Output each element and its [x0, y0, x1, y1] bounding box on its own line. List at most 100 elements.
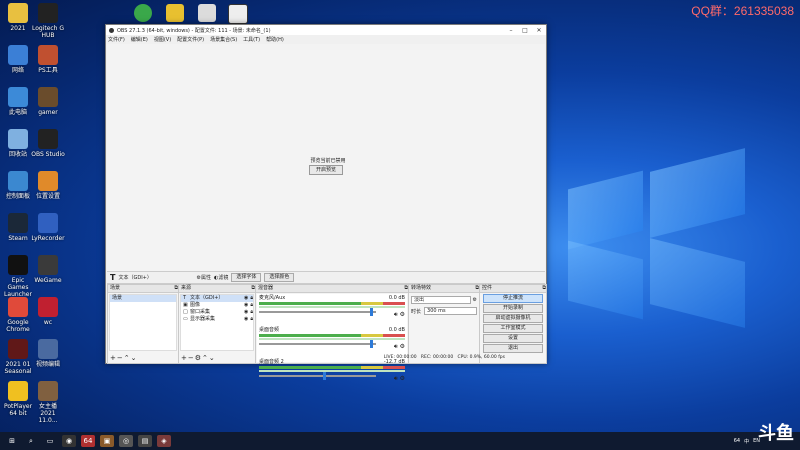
- lock-icon[interactable]: 🔒︎: [250, 309, 253, 316]
- desktop-icon[interactable]: 视频编辑: [31, 339, 65, 368]
- system-tray: 64 中 EN: [730, 432, 760, 450]
- lock-icon[interactable]: 🔒︎: [250, 316, 253, 323]
- desktop-icon[interactable]: OBS Studio: [31, 129, 65, 158]
- desktop-icon[interactable]: PotPlayer 64 bit: [1, 381, 35, 417]
- source-item[interactable]: ▭ 显示器采集 ◉ 🔒︎: [181, 316, 253, 323]
- stop-streaming-button[interactable]: 停止推流: [483, 294, 543, 303]
- desktop-icon[interactable]: PS工具: [31, 45, 65, 74]
- volume-slider-knob[interactable]: [369, 308, 373, 316]
- maximize-button[interactable]: □: [518, 27, 532, 34]
- app-icon: [8, 213, 28, 233]
- speaker-icon[interactable]: 🔊︎: [394, 343, 398, 350]
- source-type-icon: ▭: [183, 316, 188, 322]
- channel-gear-icon[interactable]: ⚙: [400, 311, 405, 318]
- transition-select[interactable]: 淡出: [411, 296, 471, 304]
- desktop-icon[interactable]: 位置设置: [31, 171, 65, 200]
- app-icon: [8, 87, 28, 107]
- taskbar-app-icon[interactable]: ◉: [62, 435, 76, 447]
- minimize-button[interactable]: –: [504, 27, 518, 34]
- volume-slider-knob[interactable]: [369, 340, 373, 348]
- desktop-icon[interactable]: 2021: [1, 3, 35, 32]
- app-icon: [8, 255, 28, 275]
- visibility-eye-icon[interactable]: ◉: [244, 295, 248, 302]
- taskbar-app-icon[interactable]: ⊞: [5, 435, 19, 447]
- obs-logo-icon: [109, 27, 114, 33]
- menu-view[interactable]: 视图(V): [154, 36, 171, 43]
- green-app-icon[interactable]: [134, 4, 152, 22]
- source-item[interactable]: T 文本（GDI+） ◉ 🔒︎: [181, 295, 253, 302]
- taskbar-app-icon[interactable]: ▤: [138, 435, 152, 447]
- start-virtual-camera-button[interactable]: 启动虚拟摄像机: [483, 314, 543, 323]
- source-item[interactable]: □ 窗口采集 ◉ 🔒︎: [181, 309, 253, 316]
- desktop-icon[interactable]: 网络: [1, 45, 35, 74]
- select-font-button[interactable]: 选择字体: [231, 273, 262, 282]
- menu-tools[interactable]: 工具(T): [243, 36, 260, 43]
- properties-button[interactable]: 属性: [201, 274, 211, 281]
- desktop-icon[interactable]: Google Chrome: [1, 297, 35, 333]
- desktop-icon[interactable]: 2021 01 Seasonal: [1, 339, 35, 375]
- source-item[interactable]: ▣ 图像 ◉ 🔒︎: [181, 302, 253, 309]
- chess-app-icon[interactable]: [228, 4, 248, 24]
- select-color-button[interactable]: 选择颜色: [264, 273, 295, 282]
- studio-mode-button[interactable]: 工作室模式: [483, 324, 543, 333]
- taskbar-app-icon[interactable]: 64: [81, 435, 95, 447]
- transition-gear-icon[interactable]: ⚙: [473, 297, 477, 303]
- channel-gear-icon[interactable]: ⚙: [400, 375, 405, 382]
- desktop-icon[interactable]: wc: [31, 297, 65, 326]
- desktop-icon[interactable]: gamer: [31, 87, 65, 116]
- desktop-icon[interactable]: 此电脑: [1, 87, 35, 116]
- volume-slider[interactable]: [259, 308, 376, 316]
- settings-button[interactable]: 设置: [483, 334, 543, 343]
- desktop-icon[interactable]: 控制面板: [1, 171, 35, 200]
- desktop-icon[interactable]: Epic Games Launcher: [1, 255, 35, 298]
- mixer-title: 混音器: [258, 285, 274, 291]
- menu-scene-collection[interactable]: 场景集合(S): [210, 36, 237, 43]
- desktop-icon[interactable]: Steam: [1, 213, 35, 242]
- tray-ime-icon[interactable]: 中: [744, 438, 749, 445]
- enable-preview-button[interactable]: 开启预览: [309, 165, 343, 175]
- speaker-icon[interactable]: 🔊︎: [394, 311, 398, 318]
- visibility-eye-icon[interactable]: ◉: [244, 316, 248, 323]
- tray-64-icon[interactable]: 64: [734, 438, 740, 444]
- exit-button[interactable]: 退出: [483, 344, 543, 353]
- taskbar-app-icon[interactable]: ◎: [119, 435, 133, 447]
- obs-window: OBS 27.1.3 (64-bit, windows) - 配置文件: 111…: [105, 24, 547, 382]
- taskbar-app-icon[interactable]: ◈: [157, 435, 171, 447]
- taskbar-app-icon[interactable]: ▣: [100, 435, 114, 447]
- duration-input[interactable]: 300 ms: [424, 307, 477, 315]
- taskbar-app-icon[interactable]: ▭: [43, 435, 57, 447]
- volume-slider[interactable]: [259, 340, 376, 348]
- desktop-icon[interactable]: Logitech G HUB: [31, 3, 65, 39]
- menu-help[interactable]: 帮助(H): [266, 36, 284, 43]
- volume-slider-knob[interactable]: [323, 372, 327, 380]
- visibility-eye-icon[interactable]: ◉: [244, 309, 248, 316]
- menu-file[interactable]: 文件(F): [108, 36, 125, 43]
- grid-app-icon[interactable]: [198, 4, 216, 22]
- taskbar-app-icon[interactable]: ⌕: [24, 435, 38, 447]
- lock-icon[interactable]: 🔒︎: [250, 302, 253, 309]
- menu-profile[interactable]: 配置文件(P): [177, 36, 204, 43]
- speaker-icon[interactable]: 🔊︎: [394, 375, 398, 382]
- dock-float-icon[interactable]: ⧉: [542, 285, 546, 292]
- channel-name: 桌面音频: [259, 327, 280, 333]
- scenes-list: 场景: [109, 294, 177, 351]
- close-button[interactable]: ✕: [532, 27, 546, 34]
- menu-edit[interactable]: 编辑(E): [131, 36, 148, 43]
- filters-button[interactable]: 滤镜: [218, 274, 228, 281]
- selected-source-label: 文本（GDI+）: [118, 275, 152, 281]
- scene-item[interactable]: 场景: [110, 295, 176, 302]
- desktop-icon[interactable]: 回收站: [1, 129, 35, 158]
- desktop-icon[interactable]: WeGame: [31, 255, 65, 284]
- volume-slider[interactable]: [259, 372, 376, 380]
- volume-meter-peak: [259, 338, 405, 340]
- visibility-eye-icon[interactable]: ◉: [244, 302, 248, 309]
- channel-gear-icon[interactable]: ⚙: [400, 343, 405, 350]
- app-icon: [8, 171, 28, 191]
- start-recording-button[interactable]: 开始录制: [483, 304, 543, 313]
- lock-icon[interactable]: 🔒︎: [250, 295, 253, 302]
- star-app-icon[interactable]: [166, 4, 184, 22]
- desktop-icon[interactable]: 女主播 2021 11.0...: [31, 381, 65, 424]
- app-icon: [38, 255, 58, 275]
- preview-disabled-message: 预览当前已禁用: [310, 158, 346, 164]
- desktop-icon[interactable]: LyRecorder: [31, 213, 65, 242]
